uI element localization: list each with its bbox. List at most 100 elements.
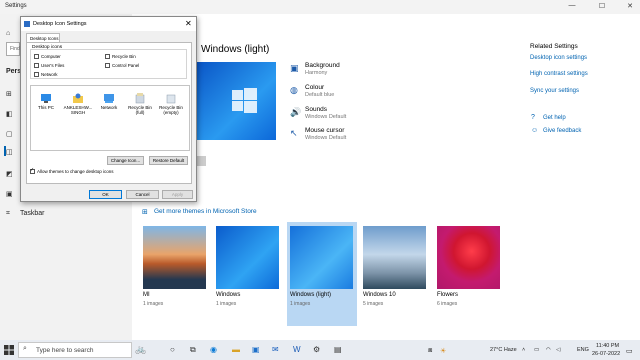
dialog-app-icon	[24, 21, 30, 27]
mail-icon[interactable]: ✉	[272, 345, 279, 354]
recycle-bin-full-icon[interactable]	[134, 92, 146, 104]
word-icon[interactable]: W	[293, 345, 301, 354]
theme-flowers-thumbnail[interactable]	[437, 226, 500, 289]
computer-label: Computer	[41, 54, 61, 59]
this-pc-icon[interactable]	[40, 92, 52, 104]
task-view-icon[interactable]: ⧉	[190, 345, 196, 355]
notifications-icon[interactable]: ▭	[626, 347, 633, 355]
theme-name: Flowers	[437, 292, 459, 298]
help-icon: ?	[531, 114, 535, 121]
desktop-icon-settings-dialog: Desktop Icon Settings ✕ Desktop Icons De…	[20, 16, 197, 202]
picture-icon: ▣	[290, 63, 299, 73]
sidebar-item-taskbar[interactable]: Taskbar	[20, 210, 45, 217]
cancel-button[interactable]: Cancel	[126, 190, 159, 199]
theme-image-count: 1 images	[290, 301, 311, 307]
fonts-nav-icon[interactable]: ◩	[6, 170, 13, 178]
sync-settings-link[interactable]: Sync your settings	[530, 88, 579, 94]
ok-button[interactable]: OK	[89, 190, 122, 199]
current-theme-heading: Windows (light)	[201, 44, 270, 55]
start-icon[interactable]	[4, 345, 14, 355]
user-folder-label: ANKLESHW... SINGH	[63, 105, 93, 115]
window-title: Settings	[5, 3, 27, 9]
edge-icon[interactable]: ◉	[210, 345, 217, 354]
theme-image-count: 5 images	[363, 301, 384, 307]
option-colour-title[interactable]: Colour	[305, 84, 324, 91]
allow-themes-checkbox[interactable]	[30, 167, 35, 174]
option-mouse-cursor-title[interactable]: Mouse cursor	[305, 127, 344, 134]
search-highlight-icon[interactable]: 🚲	[135, 344, 146, 355]
clock-date[interactable]: 26-07-2022	[592, 351, 620, 357]
weather-text[interactable]: 27°C Haze	[490, 347, 517, 353]
volume-icon[interactable]: ◁	[556, 347, 560, 353]
tray-chevron-icon[interactable]: ˄	[522, 347, 525, 353]
feedback-icon: ☺	[531, 127, 539, 134]
battery-icon: ▭	[534, 347, 540, 353]
colours-nav-icon[interactable]: ◧	[6, 110, 13, 118]
dialog-title: Desktop Icon Settings	[33, 21, 87, 27]
dialog-close-icon[interactable]: ✕	[185, 19, 192, 28]
theme-preview	[196, 62, 276, 140]
maximize-button[interactable]: ☐	[596, 2, 608, 10]
option-mouse-cursor-value: Windows Default	[305, 135, 347, 141]
theme-mi-thumbnail[interactable]	[143, 226, 206, 289]
file-explorer-icon[interactable]: ▬	[232, 345, 240, 354]
option-sounds-title[interactable]: Sounds	[305, 106, 327, 113]
desktop-icon-settings-link[interactable]: Desktop icon settings	[530, 55, 587, 61]
speaker-icon: 🔊	[290, 107, 302, 117]
users-files-checkbox[interactable]	[34, 63, 39, 68]
dialog-taskbar-icon[interactable]: ▤	[334, 345, 342, 354]
computer-checkbox[interactable]	[34, 54, 39, 59]
theme-windows-thumbnail[interactable]	[216, 226, 279, 289]
language-indicator[interactable]: ENG	[577, 347, 589, 353]
option-background-value: Harmony	[305, 70, 328, 76]
preview-button-swatch	[196, 156, 206, 166]
apply-button[interactable]: Apply	[162, 190, 193, 199]
high-contrast-settings-link[interactable]: High contrast settings	[530, 71, 588, 77]
network-checkbox[interactable]	[34, 72, 39, 77]
weather-icon: ☀	[440, 348, 447, 355]
search-icon: ⌕	[23, 345, 27, 352]
background-nav-icon[interactable]: ⊞	[6, 90, 12, 98]
restore-default-button[interactable]: Restore Default	[149, 156, 188, 165]
network-label: Network	[41, 72, 58, 77]
recycle-bin-checkbox[interactable]	[105, 54, 110, 59]
close-button[interactable]: ✕	[624, 2, 636, 10]
option-colour-value: Default blue	[305, 92, 335, 98]
network-icon[interactable]	[103, 92, 115, 104]
theme-image-count: 1 images	[143, 301, 164, 307]
recycle-bin-label: Recycle Bin	[112, 54, 136, 59]
option-background-title[interactable]: Background	[305, 62, 340, 69]
related-settings-heading: Related Settings	[530, 43, 578, 50]
search-placeholder: Find	[10, 46, 20, 52]
home-icon[interactable]: ⌂	[6, 30, 10, 37]
settings-titlebar	[0, 0, 640, 14]
taskbar-nav-icon[interactable]: ⌗	[6, 210, 10, 218]
change-icon-button[interactable]: Change Icon...	[107, 156, 144, 165]
option-sounds-value: Windows Default	[305, 114, 347, 120]
theme-name: MI	[143, 292, 150, 298]
search-input[interactable]: Find	[6, 42, 20, 56]
cursor-icon: ↖	[290, 128, 298, 138]
theme-image-count: 1 images	[216, 301, 237, 307]
themes-nav-icon[interactable]: ◫	[6, 148, 13, 156]
cortana-icon[interactable]: ○	[170, 345, 175, 354]
clock-time[interactable]: 11:40 PM	[596, 343, 619, 349]
theme-windows-light-thumbnail[interactable]	[290, 226, 353, 289]
wifi-icon[interactable]: ◠	[546, 347, 551, 353]
start-nav-icon[interactable]: ▣	[6, 190, 13, 198]
settings-taskbar-icon[interactable]: ⚙	[313, 345, 320, 354]
theme-windows-10-thumbnail[interactable]	[363, 226, 426, 289]
user-folder-icon[interactable]	[72, 92, 84, 104]
theme-name: Windows	[216, 292, 241, 298]
control-panel-checkbox[interactable]	[105, 63, 110, 68]
lock-screen-nav-icon[interactable]: ▢	[6, 130, 13, 138]
get-more-themes-link[interactable]: Get more themes in Microsoft Store	[154, 208, 257, 215]
get-help-link[interactable]: Get help	[543, 115, 566, 121]
minimize-button[interactable]: —	[566, 2, 578, 9]
store-taskbar-icon[interactable]: ▣	[252, 345, 260, 354]
users-files-label: User's Files	[41, 63, 65, 68]
tray-app-icon[interactable]: ⧈	[428, 347, 432, 355]
recycle-bin-empty-icon[interactable]	[165, 92, 177, 104]
give-feedback-link[interactable]: Give feedback	[543, 128, 581, 134]
this-pc-label: This PC	[37, 105, 54, 110]
